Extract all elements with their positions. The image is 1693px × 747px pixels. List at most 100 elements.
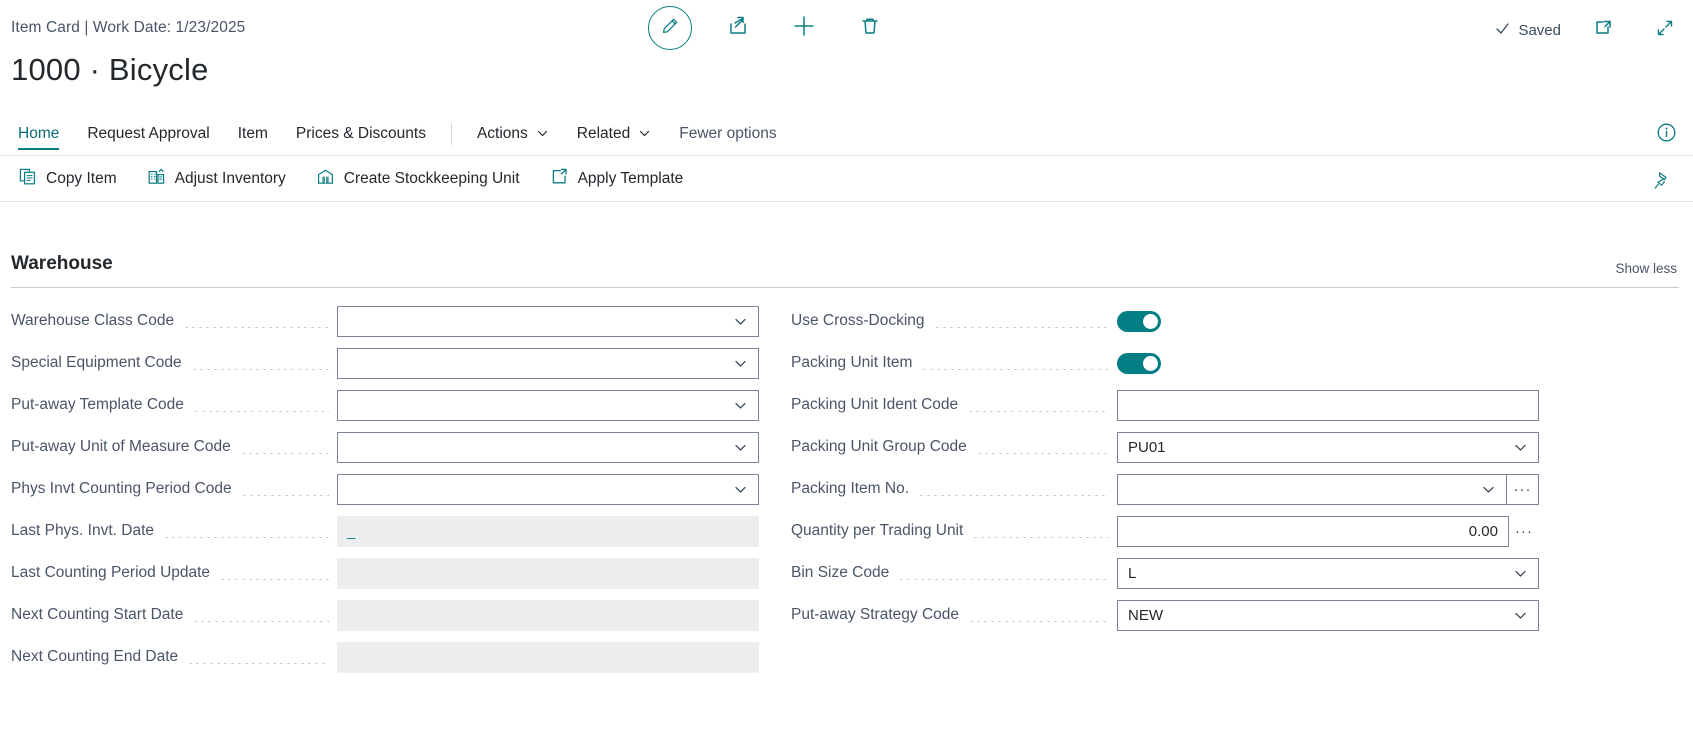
field-label: Phys Invt Counting Period Code: [11, 480, 232, 498]
pencil-icon: [660, 16, 680, 41]
new-button[interactable]: [784, 8, 824, 48]
share-button[interactable]: [718, 8, 758, 48]
leader-dots: [240, 453, 329, 454]
leader-dots: [921, 369, 1109, 370]
input-value: NEW: [1128, 607, 1507, 624]
form-column-right: Use Cross-Docking Packing Unit Item: [791, 300, 1539, 636]
chevron-down-icon: [638, 127, 651, 140]
field-packing-unit-ident-code: Packing Unit Ident Code: [791, 384, 1539, 426]
pin-ribbon-icon[interactable]: [1652, 170, 1673, 196]
page-title: 1000 · Bicycle: [11, 52, 209, 88]
leader-dots: [163, 537, 329, 538]
packing-item-no-lookup-button[interactable]: ···: [1507, 474, 1539, 505]
field-control: [337, 474, 759, 505]
form-column-left: Warehouse Class Code Special Equipment C…: [11, 300, 759, 678]
field-label: Use Cross-Docking: [791, 312, 925, 330]
navigation-tabs: Home Request Approval Item Prices & Disc…: [0, 113, 1693, 154]
fewer-options-label: Fewer options: [679, 125, 776, 143]
field-label: Warehouse Class Code: [11, 312, 174, 330]
tab-request-approval[interactable]: Request Approval: [73, 117, 223, 151]
menu-actions[interactable]: Actions: [463, 117, 563, 151]
tab-item[interactable]: Item: [224, 117, 282, 151]
copy-item-button[interactable]: Copy Item: [18, 167, 117, 191]
chevron-down-icon[interactable]: [727, 356, 748, 371]
field-last-phys-invt-date: Last Phys. Invt. Date _: [11, 510, 759, 552]
input-value: PU01: [1128, 439, 1507, 456]
status-badge: Saved: [1494, 20, 1561, 41]
packing-unit-group-code-input[interactable]: PU01: [1117, 432, 1539, 463]
create-stockkeeping-unit-button[interactable]: Create Stockkeeping Unit: [316, 167, 520, 191]
tab-prices-discounts[interactable]: Prices & Discounts: [282, 117, 440, 151]
packing-unit-item-toggle[interactable]: [1117, 353, 1161, 374]
field-control: [337, 432, 759, 463]
chevron-down-icon[interactable]: [727, 398, 748, 413]
bin-size-code-input[interactable]: L: [1117, 558, 1539, 589]
warehouse-class-code-input[interactable]: [337, 306, 759, 337]
special-equipment-code-input[interactable]: [337, 348, 759, 379]
show-less-button[interactable]: Show less: [1615, 261, 1677, 276]
last-phys-invt-date-input[interactable]: _: [337, 516, 759, 547]
leader-dots: [191, 369, 329, 370]
tab-home[interactable]: Home: [14, 117, 73, 151]
fewer-options-button[interactable]: Fewer options: [665, 117, 790, 151]
chevron-down-icon[interactable]: [1475, 482, 1496, 497]
quantity-per-trading-unit-input[interactable]: 0.00: [1117, 516, 1509, 547]
menu-related-label: Related: [577, 125, 630, 143]
field-label: Packing Item No.: [791, 480, 909, 498]
nav-divider: [451, 123, 452, 145]
field-control: [1117, 311, 1539, 332]
field-label: Packing Unit Item: [791, 354, 912, 372]
share-icon: [726, 14, 750, 43]
chevron-down-icon[interactable]: [1507, 566, 1528, 581]
info-icon[interactable]: [1656, 122, 1677, 148]
chevron-down-icon[interactable]: [727, 314, 748, 329]
input-value: 0.00: [1128, 523, 1498, 540]
packing-unit-ident-code-input[interactable]: [1117, 390, 1539, 421]
edit-pencil-button[interactable]: [648, 6, 692, 50]
adjust-inventory-button[interactable]: Adjust Inventory: [147, 167, 286, 191]
field-control: L: [1117, 558, 1539, 589]
open-in-new-window-button[interactable]: [1583, 10, 1623, 50]
leader-dots: [898, 579, 1109, 580]
field-label: Put-away Strategy Code: [791, 606, 959, 624]
adjust-inventory-label: Adjust Inventory: [175, 170, 286, 188]
field-put-away-unit-of-measure-code: Put-away Unit of Measure Code: [11, 426, 759, 468]
put-away-unit-of-measure-code-input[interactable]: [337, 432, 759, 463]
leader-dots: [934, 327, 1109, 328]
menu-actions-label: Actions: [477, 125, 528, 143]
field-control: [1117, 390, 1539, 421]
collapse-button[interactable]: [1645, 10, 1685, 50]
input-value: L: [1128, 565, 1507, 582]
apply-template-button[interactable]: Apply Template: [550, 167, 684, 191]
leader-dots: [918, 495, 1109, 496]
menu-related[interactable]: Related: [563, 117, 665, 151]
leader-dots: [968, 621, 1109, 622]
field-label: Next Counting End Date: [11, 648, 178, 666]
field-label: Packing Unit Group Code: [791, 438, 967, 456]
check-icon: [1494, 20, 1511, 41]
field-bin-size-code: Bin Size Code L: [791, 552, 1539, 594]
chevron-down-icon[interactable]: [1507, 440, 1528, 455]
use-cross-docking-toggle[interactable]: [1117, 311, 1161, 332]
apply-template-icon: [550, 167, 569, 191]
last-counting-period-update-input: [337, 558, 759, 589]
adjust-inventory-icon: [147, 167, 166, 191]
chevron-down-icon[interactable]: [727, 482, 748, 497]
field-next-counting-end-date: Next Counting End Date: [11, 636, 759, 678]
field-control: [337, 306, 759, 337]
field-warehouse-class-code: Warehouse Class Code: [11, 300, 759, 342]
chevron-down-icon[interactable]: [727, 440, 748, 455]
packing-item-no-input[interactable]: [1117, 474, 1507, 505]
field-put-away-strategy-code: Put-away Strategy Code NEW: [791, 594, 1539, 636]
delete-button[interactable]: [850, 8, 890, 48]
open-in-new-window-icon: [1592, 17, 1614, 44]
create-stockkeeping-unit-icon: [316, 167, 335, 191]
put-away-strategy-code-input[interactable]: NEW: [1117, 600, 1539, 631]
chevron-down-icon[interactable]: [1507, 608, 1528, 623]
leader-dots: [183, 327, 329, 328]
put-away-template-code-input[interactable]: [337, 390, 759, 421]
field-control: 0.00 ···: [1117, 516, 1539, 547]
quantity-per-trading-unit-lookup-button[interactable]: ···: [1509, 516, 1539, 547]
phys-invt-counting-period-code-input[interactable]: [337, 474, 759, 505]
header-right-controls: Saved: [1494, 10, 1685, 50]
